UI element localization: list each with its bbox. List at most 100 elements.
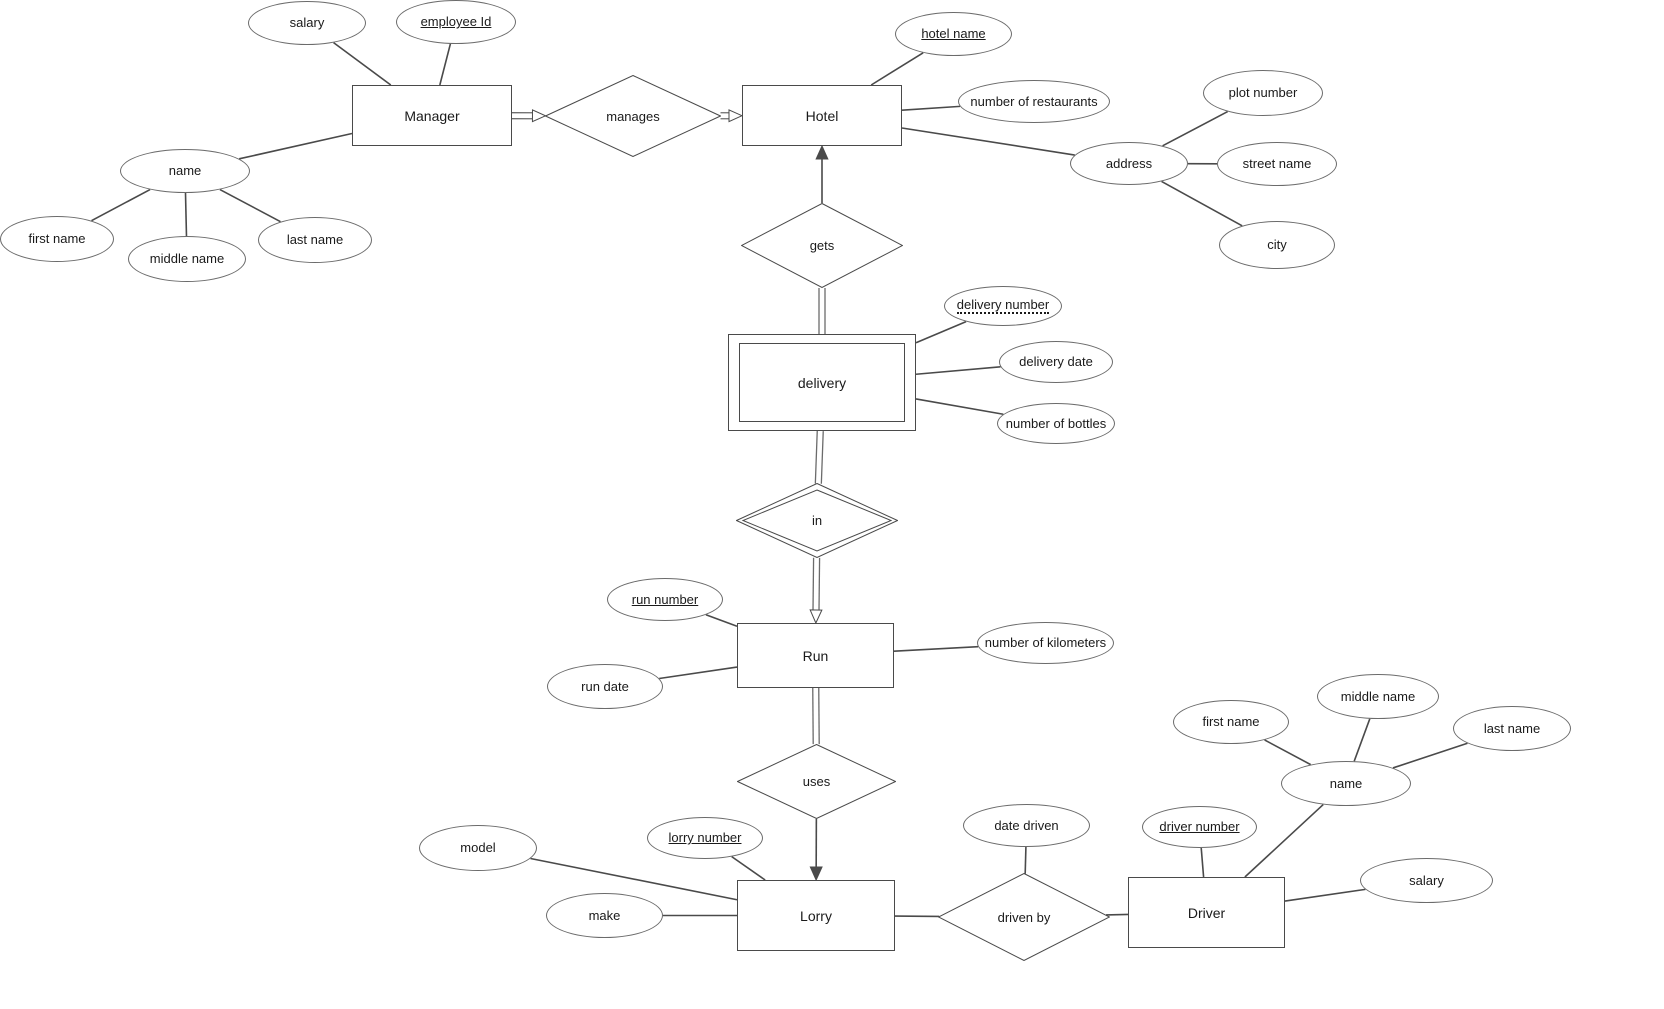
connector-mgr_name-to-manager (238, 132, 353, 160)
attribute-label: first name (1202, 714, 1260, 730)
connector-drv_first-to-drv_name (1264, 739, 1312, 766)
attribute-label: driver number (1159, 819, 1240, 835)
attribute-label: last name (286, 232, 344, 248)
connector-gets-to-hotel (815, 144, 829, 203)
connector-num_rest-to-hotel (901, 105, 961, 112)
relationship-label: in (811, 513, 823, 528)
attribute-lorry_number[interactable]: lorry number (647, 817, 763, 859)
attribute-label: number of bottles (1005, 415, 1107, 431)
attribute-label: date driven (994, 817, 1059, 833)
attribute-city[interactable]: city (1219, 221, 1335, 269)
entity-label: Run (802, 647, 829, 664)
attribute-label: employee Id (420, 14, 492, 30)
attribute-delivery_num[interactable]: delivery number (944, 286, 1062, 326)
connector-drv_last-to-drv_name (1392, 742, 1468, 769)
attribute-mgr_first[interactable]: first name (0, 216, 114, 262)
attribute-label: make (588, 907, 621, 923)
relationship-manages[interactable]: manages (545, 75, 721, 157)
attribute-num_km[interactable]: number of kilometers (977, 622, 1114, 664)
attribute-label: delivery number (956, 297, 1050, 315)
attribute-employee_id[interactable]: employee Id (396, 0, 516, 44)
attribute-label: delivery date (1019, 354, 1093, 370)
relationship-gets[interactable]: gets (741, 203, 903, 288)
relationship-driven_by[interactable]: driven by (938, 873, 1110, 961)
entity-label: Lorry (800, 907, 832, 924)
attribute-run_number[interactable]: run number (607, 578, 723, 621)
entity-label: Manager (404, 107, 460, 124)
attribute-label: plot number (1228, 85, 1298, 101)
connector-mgr_last-to-mgr_name (219, 188, 281, 223)
connector-delivery-to-in (814, 430, 824, 484)
connector-salary_mgr-to-manager (333, 42, 392, 86)
relationship-label: manages (606, 108, 660, 124)
attribute-mgr_middle[interactable]: middle name (128, 236, 246, 282)
attribute-mgr_last[interactable]: last name (258, 217, 372, 263)
relationship-label: gets (809, 238, 835, 253)
attribute-label: name (168, 163, 202, 179)
entity-label: Hotel (805, 107, 839, 124)
connector-employee_id-to-manager (439, 43, 452, 86)
attribute-hotel_name[interactable]: hotel name (895, 12, 1012, 56)
connector-drv_salary-to-driver (1284, 888, 1366, 902)
attribute-drv_name[interactable]: name (1281, 761, 1411, 806)
connector-run-to-uses (812, 687, 820, 745)
attribute-run_date[interactable]: run date (547, 664, 663, 709)
attribute-label: last name (1483, 720, 1541, 736)
entity-lorry[interactable]: Lorry (737, 880, 895, 951)
attribute-num_rest[interactable]: number of restaurants (958, 80, 1110, 123)
entity-delivery[interactable]: delivery (728, 334, 916, 431)
connector-plot_number-to-address (1162, 110, 1229, 147)
weak-entity-inner-box: delivery (739, 343, 905, 422)
connector-num_bottles-to-delivery (915, 398, 1004, 416)
entity-run[interactable]: Run (737, 623, 894, 688)
attribute-label: salary (1409, 872, 1444, 888)
er-diagram-canvas: Manager Hotel delivery Run Lorry Driver manage… (0, 0, 1664, 1009)
attribute-label: first name (28, 231, 86, 247)
connector-lorry_number-to-lorry (731, 855, 766, 881)
connector-manages-to-hotel (720, 109, 744, 123)
relationship-in[interactable]: in (736, 483, 898, 558)
attribute-label: street name (1242, 156, 1312, 172)
connector-uses-to-lorry (809, 818, 823, 882)
attribute-plot_number[interactable]: plot number (1203, 70, 1323, 116)
attribute-street_name[interactable]: street name (1217, 142, 1337, 186)
attribute-label: lorry number (668, 830, 742, 846)
attribute-delivery_date[interactable]: delivery date (999, 341, 1113, 383)
relationship-label: driven by (997, 909, 1051, 925)
attribute-label: address (1105, 155, 1153, 171)
attribute-model[interactable]: model (419, 825, 537, 871)
relationship-label: uses (802, 774, 831, 789)
attribute-num_bottles[interactable]: number of bottles (997, 403, 1115, 444)
entity-driver[interactable]: Driver (1128, 877, 1285, 948)
attribute-label: middle name (149, 251, 225, 267)
connector-manager-to-manages (511, 109, 547, 123)
connector-run_date-to-run (659, 666, 738, 680)
attribute-label: model (460, 840, 496, 856)
attribute-date_driven[interactable]: date driven (963, 804, 1090, 847)
attribute-label: number of kilometers (984, 635, 1107, 651)
connector-mgr_first-to-mgr_name (91, 188, 151, 222)
attribute-address[interactable]: address (1070, 142, 1188, 185)
connector-date_driven-to-driven_by (1024, 846, 1027, 874)
connector-city-to-address (1161, 180, 1243, 227)
connector-delivery-to-gets (818, 288, 826, 334)
connector-run_number-to-run (705, 613, 738, 628)
relationship-uses[interactable]: uses (737, 744, 896, 819)
attribute-mgr_name[interactable]: name (120, 149, 250, 193)
attribute-drv_salary[interactable]: salary (1360, 858, 1493, 903)
attribute-drv_first[interactable]: first name (1173, 700, 1289, 744)
entity-manager[interactable]: Manager (352, 85, 512, 146)
attribute-salary_mgr[interactable]: salary (248, 1, 366, 45)
connector-num_km-to-run (893, 645, 979, 653)
attribute-label: number of restaurants (970, 93, 1098, 109)
attribute-make[interactable]: make (546, 893, 663, 938)
connector-hotel_name-to-hotel (870, 52, 924, 86)
entity-label: delivery (797, 374, 847, 391)
attribute-label: hotel name (921, 26, 986, 42)
attribute-drv_middle[interactable]: middle name (1317, 674, 1439, 719)
entity-hotel[interactable]: Hotel (742, 85, 902, 146)
connector-in-to-run (809, 557, 823, 625)
attribute-drv_last[interactable]: last name (1453, 706, 1571, 751)
connector-model-to-lorry (530, 857, 738, 901)
attribute-driver_number[interactable]: driver number (1142, 806, 1257, 848)
